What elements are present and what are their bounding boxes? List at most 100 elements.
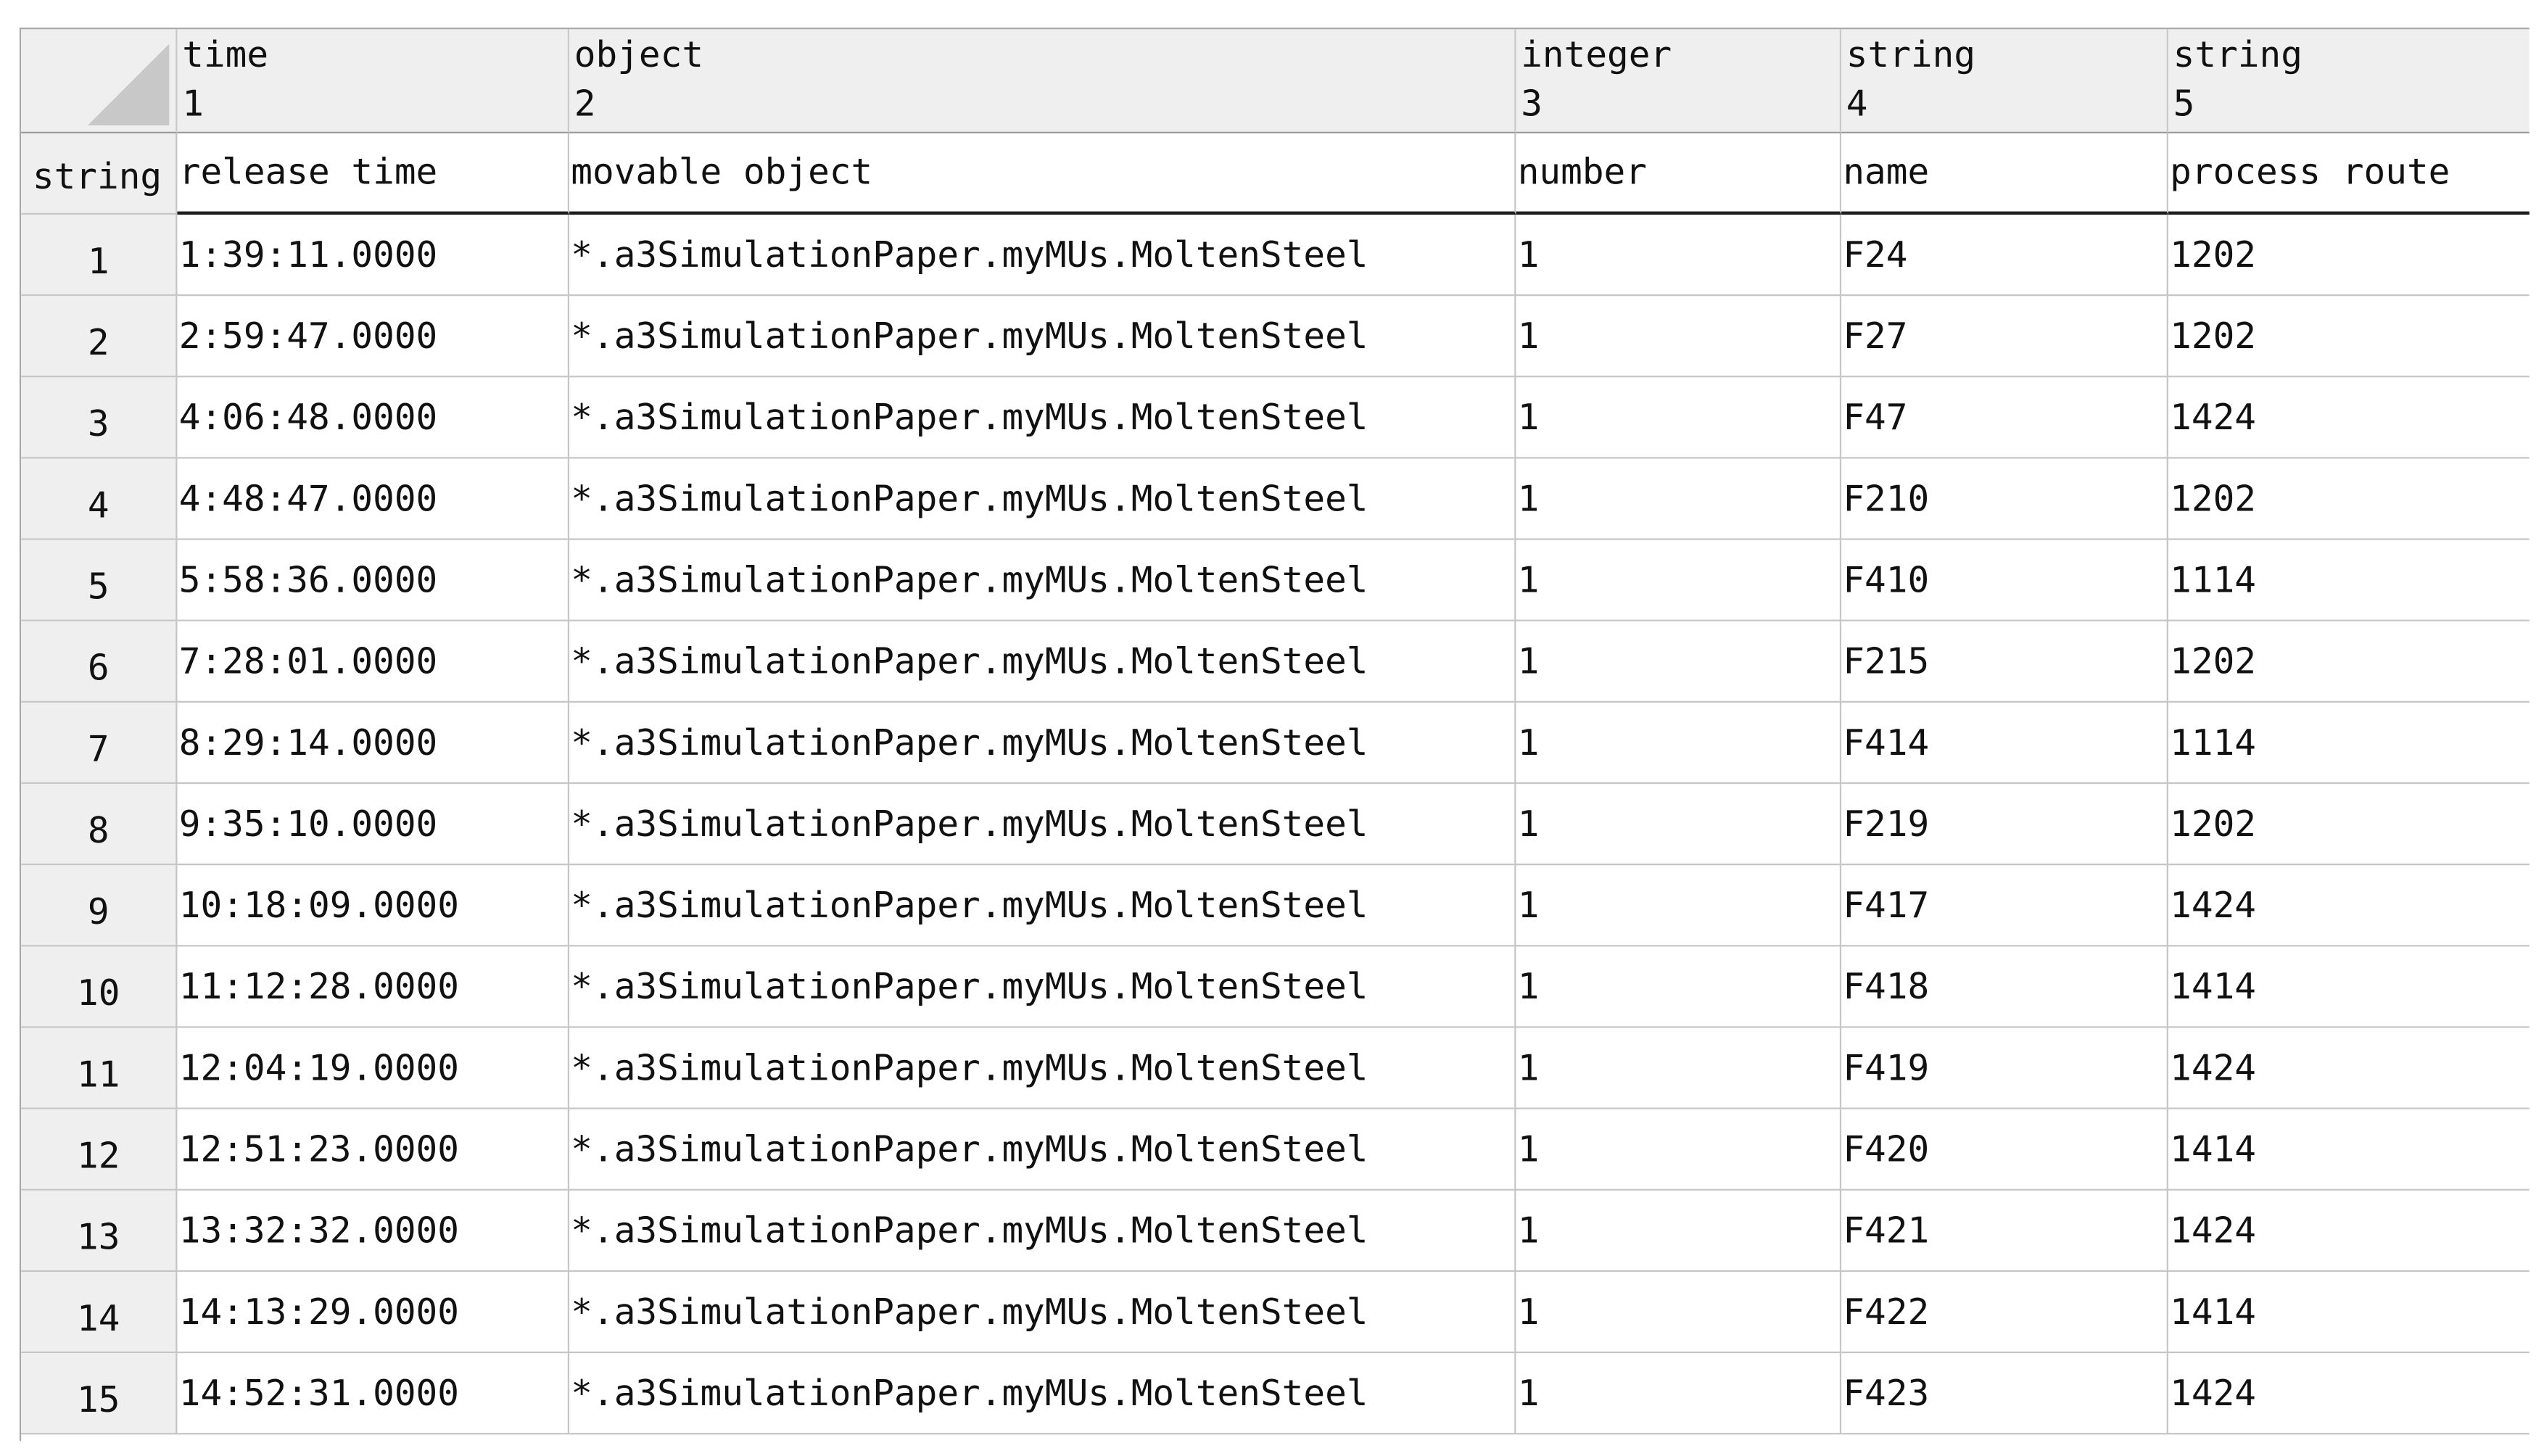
cell-process-route[interactable]: 1424 bbox=[2168, 1191, 2529, 1273]
cell-number[interactable]: 1 bbox=[1516, 1027, 1842, 1109]
column-header-5[interactable]: string 5 bbox=[2168, 29, 2529, 133]
cell-process-route[interactable]: 1202 bbox=[2168, 621, 2529, 703]
row-header-type-label[interactable]: string bbox=[21, 133, 178, 215]
cell-name[interactable]: F215 bbox=[1841, 621, 2168, 703]
cell-release-time[interactable]: 13:32:32.0000 bbox=[177, 1190, 570, 1273]
cell-movable-object[interactable]: *.a3SimulationPaper.myMUs.MoltenSteel bbox=[569, 1109, 1516, 1191]
cell-movable-object[interactable]: *.a3SimulationPaper.myMUs.MoltenSteel bbox=[569, 1353, 1516, 1435]
cell-process-route[interactable]: 1114 bbox=[2168, 703, 2529, 785]
cell-release-time[interactable]: 9:35:10.0000 bbox=[177, 784, 570, 866]
cell-movable-object[interactable]: *.a3SimulationPaper.myMUs.MoltenSteel bbox=[569, 621, 1516, 703]
column-name-name[interactable]: name bbox=[1841, 133, 2168, 215]
cell-release-time[interactable]: 12:51:23.0000 bbox=[177, 1109, 570, 1191]
cell-process-route[interactable]: 1424 bbox=[2168, 865, 2529, 947]
select-all-corner[interactable] bbox=[21, 29, 178, 133]
cell-name[interactable]: F419 bbox=[1841, 1027, 2168, 1109]
cell-name[interactable]: F210 bbox=[1841, 458, 2168, 540]
cell-movable-object[interactable]: *.a3SimulationPaper.myMUs.MoltenSteel bbox=[569, 377, 1516, 459]
cell-movable-object[interactable]: *.a3SimulationPaper.myMUs.MoltenSteel bbox=[569, 946, 1516, 1028]
row-header[interactable]: 10 bbox=[21, 946, 178, 1028]
cell-release-time[interactable]: 2:59:47.0000 bbox=[177, 296, 570, 378]
column-name-process-route[interactable]: process route bbox=[2168, 133, 2529, 215]
column-name-movable-object[interactable]: movable object bbox=[569, 133, 1516, 215]
cell-number[interactable]: 1 bbox=[1516, 1353, 1842, 1435]
cell-movable-object[interactable]: *.a3SimulationPaper.myMUs.MoltenSteel bbox=[569, 296, 1516, 378]
cell-release-time[interactable]: 1:39:11.0000 bbox=[177, 215, 570, 297]
cell-name[interactable]: F422 bbox=[1841, 1272, 2168, 1354]
cell-release-time[interactable]: 8:29:14.0000 bbox=[177, 702, 570, 785]
cell-release-time[interactable]: 7:28:01.0000 bbox=[177, 621, 570, 703]
row-header[interactable]: 15 bbox=[21, 1353, 178, 1435]
cell-release-time[interactable]: 4:06:48.0000 bbox=[177, 377, 570, 459]
column-header-1[interactable]: time 1 bbox=[177, 29, 570, 133]
cell-name[interactable]: F423 bbox=[1841, 1353, 2168, 1435]
cell-process-route[interactable]: 1202 bbox=[2168, 296, 2529, 378]
cell-number[interactable]: 1 bbox=[1516, 1109, 1842, 1191]
cell-movable-object[interactable]: *.a3SimulationPaper.myMUs.MoltenSteel bbox=[569, 784, 1516, 866]
row-header[interactable]: 2 bbox=[21, 296, 178, 378]
cell-release-time[interactable]: 14:13:29.0000 bbox=[177, 1272, 570, 1354]
cell-movable-object[interactable]: *.a3SimulationPaper.myMUs.MoltenSteel bbox=[569, 1027, 1516, 1109]
cell-name[interactable]: F417 bbox=[1841, 865, 2168, 947]
row-header[interactable]: 4 bbox=[21, 458, 178, 540]
cell-process-route[interactable]: 1424 bbox=[2168, 1028, 2529, 1109]
cell-number[interactable]: 1 bbox=[1516, 377, 1842, 459]
cell-movable-object[interactable]: *.a3SimulationPaper.myMUs.MoltenSteel bbox=[569, 539, 1516, 621]
cell-number[interactable]: 1 bbox=[1516, 1190, 1842, 1273]
cell-movable-object[interactable]: *.a3SimulationPaper.myMUs.MoltenSteel bbox=[569, 1272, 1516, 1354]
cell-movable-object[interactable]: *.a3SimulationPaper.myMUs.MoltenSteel bbox=[569, 1190, 1516, 1273]
row-header[interactable]: 14 bbox=[21, 1272, 178, 1354]
column-header-2[interactable]: object 2 bbox=[569, 29, 1516, 133]
cell-release-time[interactable]: 4:48:47.0000 bbox=[177, 458, 570, 540]
row-header[interactable]: 7 bbox=[21, 702, 178, 785]
cell-name[interactable]: F24 bbox=[1841, 215, 2168, 297]
cell-number[interactable]: 1 bbox=[1516, 1272, 1842, 1354]
cell-process-route[interactable]: 1414 bbox=[2168, 946, 2529, 1028]
column-header-4[interactable]: string 4 bbox=[1841, 29, 2168, 133]
cell-name[interactable]: F414 bbox=[1841, 702, 2168, 785]
cell-process-route[interactable]: 1202 bbox=[2168, 459, 2529, 540]
cell-movable-object[interactable]: *.a3SimulationPaper.myMUs.MoltenSteel bbox=[569, 702, 1516, 785]
cell-release-time[interactable]: 5:58:36.0000 bbox=[177, 539, 570, 621]
cell-number[interactable]: 1 bbox=[1516, 784, 1842, 866]
cell-movable-object[interactable]: *.a3SimulationPaper.myMUs.MoltenSteel bbox=[569, 458, 1516, 540]
row-header[interactable]: 8 bbox=[21, 784, 178, 866]
cell-process-route[interactable]: 1414 bbox=[2168, 1272, 2529, 1354]
row-header[interactable]: 6 bbox=[21, 621, 178, 703]
cell-process-route[interactable]: 1202 bbox=[2168, 215, 2529, 297]
cell-release-time[interactable]: 11:12:28.0000 bbox=[177, 946, 570, 1028]
row-header[interactable]: 9 bbox=[21, 865, 178, 947]
cell-release-time[interactable]: 14:52:31.0000 bbox=[177, 1353, 570, 1435]
cell-name[interactable]: F418 bbox=[1841, 946, 2168, 1028]
row-header[interactable]: 5 bbox=[21, 539, 178, 621]
cell-process-route[interactable]: 1424 bbox=[2168, 1353, 2529, 1435]
row-header[interactable]: 11 bbox=[21, 1027, 178, 1109]
cell-process-route[interactable]: 1202 bbox=[2168, 784, 2529, 866]
cell-movable-object[interactable]: *.a3SimulationPaper.myMUs.MoltenSteel bbox=[569, 215, 1516, 297]
cell-number[interactable]: 1 bbox=[1516, 946, 1842, 1028]
cell-name[interactable]: F410 bbox=[1841, 539, 2168, 621]
cell-name[interactable]: F47 bbox=[1841, 377, 2168, 459]
row-header[interactable]: 1 bbox=[21, 215, 178, 297]
cell-name[interactable]: F219 bbox=[1841, 784, 2168, 866]
row-header[interactable]: 12 bbox=[21, 1109, 178, 1191]
cell-number[interactable]: 1 bbox=[1516, 458, 1842, 540]
row-header[interactable]: 13 bbox=[21, 1190, 178, 1273]
column-name-number[interactable]: number bbox=[1516, 133, 1842, 215]
cell-number[interactable]: 1 bbox=[1516, 621, 1842, 703]
cell-name[interactable]: F27 bbox=[1841, 296, 2168, 378]
cell-process-route[interactable]: 1114 bbox=[2168, 540, 2529, 621]
column-header-3[interactable]: integer 3 bbox=[1516, 29, 1842, 133]
row-header[interactable]: 3 bbox=[21, 377, 178, 459]
cell-name[interactable]: F420 bbox=[1841, 1109, 2168, 1191]
cell-number[interactable]: 1 bbox=[1516, 865, 1842, 947]
column-name-release-time[interactable]: release time bbox=[177, 133, 570, 215]
cell-name[interactable]: F421 bbox=[1841, 1190, 2168, 1273]
cell-number[interactable]: 1 bbox=[1516, 539, 1842, 621]
cell-number[interactable]: 1 bbox=[1516, 296, 1842, 378]
cell-release-time[interactable]: 12:04:19.0000 bbox=[177, 1027, 570, 1109]
cell-movable-object[interactable]: *.a3SimulationPaper.myMUs.MoltenSteel bbox=[569, 865, 1516, 947]
cell-process-route[interactable]: 1424 bbox=[2168, 377, 2529, 459]
cell-number[interactable]: 1 bbox=[1516, 702, 1842, 785]
cell-release-time[interactable]: 10:18:09.0000 bbox=[177, 865, 570, 947]
